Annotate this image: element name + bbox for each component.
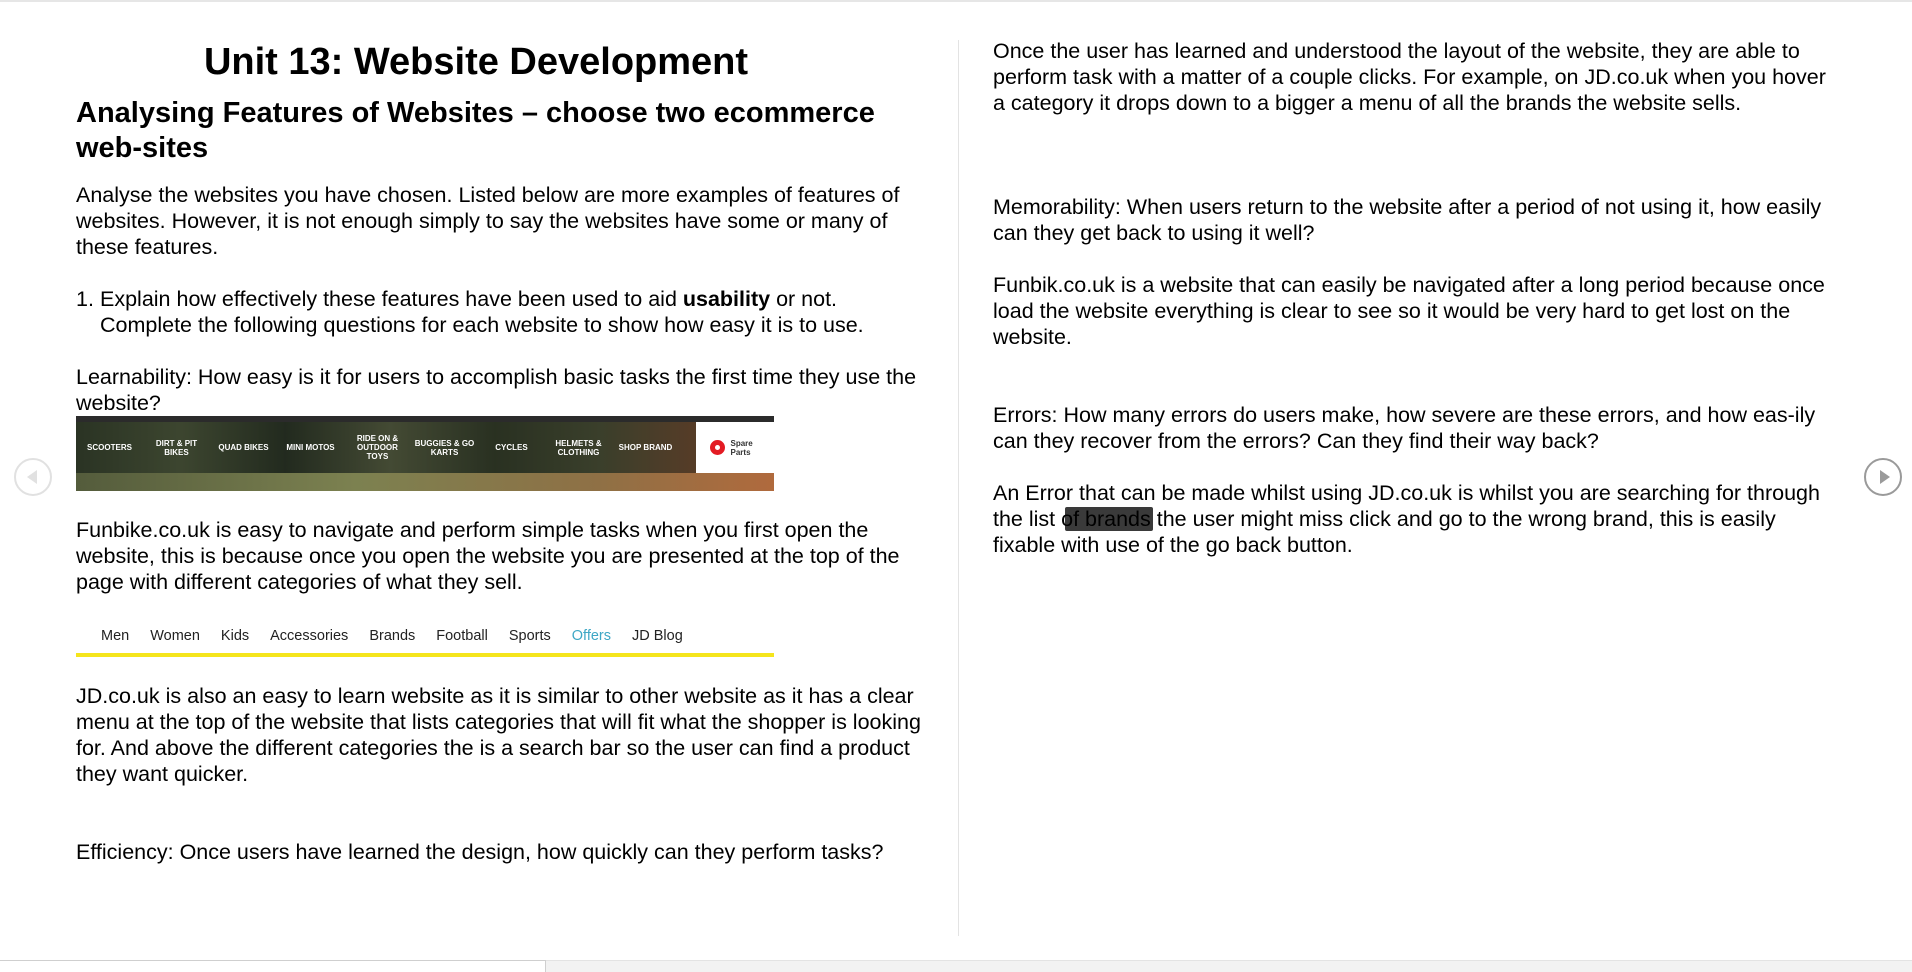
- jd-paragraph: JD.co.uk is also an easy to learn websit…: [76, 684, 921, 786]
- list-text: Explain how effectively these features h…: [100, 286, 924, 338]
- funbike-nav-item: Buggies & Go Karts: [414, 438, 475, 457]
- next-page-button[interactable]: [1864, 458, 1902, 496]
- jd-nav-screenshot: Men Women Kids Accessories Brands Footba…: [76, 621, 774, 657]
- funbike-photo-strip: [76, 473, 774, 491]
- memorability-answer: Funbik.co.uk is a website that can easil…: [993, 273, 1825, 349]
- jd-nav-link: Accessories: [270, 628, 349, 644]
- jd-nav-link: Football: [436, 628, 488, 644]
- funbike-nav-items: Scooters Dirt & Pit Bikes Quad Bikes Min…: [76, 422, 774, 473]
- funbike-paragraph: Funbike.co.uk is easy to navigate and pe…: [76, 518, 900, 594]
- page-divider: [958, 40, 959, 936]
- jd-nav-link: Kids: [220, 628, 250, 644]
- jd-nav-link: Women: [150, 628, 200, 644]
- jd-nav-link: JD Blog: [632, 628, 683, 644]
- funbike-nav-screenshot: Scooters Dirt & Pit Bikes Quad Bikes Min…: [76, 416, 774, 491]
- funbike-nav-item: Dirt & Pit Bikes: [155, 438, 198, 457]
- funbike-nav-item: Scooters: [87, 443, 132, 452]
- previous-page-button[interactable]: [14, 458, 52, 496]
- funbike-nav-item: Mini Motos: [286, 443, 335, 452]
- list-text-start: Explain how effectively these features h…: [100, 287, 683, 311]
- efficiency-answer: Once the user has learned and understood…: [993, 39, 1826, 115]
- funbike-nav-item: Cycles: [495, 443, 528, 452]
- document-spread: Unit 13: Website Development Analysing F…: [0, 2, 1912, 960]
- page-subtitle: Analysing Features of Websites – choose …: [76, 97, 875, 164]
- list-number: 1.: [76, 287, 94, 311]
- intro-paragraph: Analyse the websites you have chosen. Li…: [76, 183, 900, 259]
- funbike-nav-item: Helmets & Clothing: [555, 438, 602, 457]
- bottom-scroll-thumb[interactable]: [0, 960, 546, 972]
- jd-nav-link-offers: Offers: [571, 628, 611, 644]
- chevron-right-icon: [1879, 470, 1890, 484]
- jd-nav-link: Men: [101, 628, 130, 644]
- errors-answer[interactable]: An Error that can be made whilst using J…: [993, 480, 1843, 558]
- jd-nav-links: Men Women Kids Accessories Brands Footba…: [76, 621, 774, 651]
- page-title: Unit 13: Website Development: [203, 41, 749, 83]
- errors-question: Errors: How many errors do users make, h…: [993, 403, 1816, 453]
- jd-nav-link: Sports: [508, 628, 551, 644]
- memorability-question: Memorability: When users return to the w…: [993, 195, 1822, 245]
- learnability-question: Learnability: How easy is it for users t…: [76, 365, 917, 415]
- right-page: Once the user has learned and understood…: [993, 38, 1843, 558]
- funbike-nav-item: Shop Brand: [618, 443, 673, 452]
- gear-icon: [709, 440, 725, 455]
- errors-answer-block: An Error that can be made whilst using J…: [993, 480, 1843, 558]
- list-text-bold: usability: [682, 287, 771, 311]
- numbered-list-item: 1. Explain how effectively these feature…: [76, 286, 924, 338]
- funbike-nav-item: Ride On & Outdoor Toys: [356, 434, 399, 461]
- efficiency-question: Efficiency: Once users have learned the …: [76, 840, 884, 864]
- spare-parts-label: Spare Parts: [730, 438, 753, 457]
- funbike-spare-parts: Spare Parts: [696, 422, 774, 473]
- jd-nav-link: Brands: [369, 628, 416, 644]
- funbike-nav-item: Quad Bikes: [218, 443, 269, 452]
- chevron-left-icon: [26, 470, 37, 484]
- left-page: Unit 13: Website Development Analysing F…: [76, 38, 924, 865]
- jd-nav-yellow-bar: [76, 653, 774, 657]
